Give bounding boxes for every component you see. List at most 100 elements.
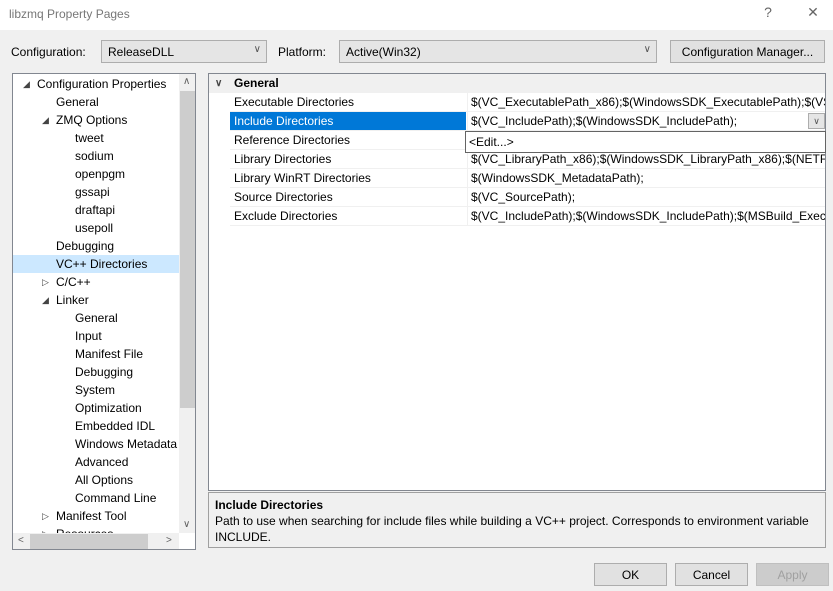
scrollbar-thumb[interactable] <box>30 534 148 549</box>
chevron-down-icon: ∨ <box>643 44 651 55</box>
description-panel: Include Directories Path to use when sea… <box>208 492 826 548</box>
configuration-manager-button[interactable]: Configuration Manager... <box>670 40 825 63</box>
platform-select[interactable]: Active(Win32) ∨ <box>339 40 657 63</box>
tree-item-label: sodium <box>75 149 114 163</box>
close-icon[interactable]: ✕ <box>801 4 825 21</box>
platform-value: Active(Win32) <box>346 45 421 59</box>
tree-item-label: Linker <box>56 293 89 307</box>
property-row[interactable]: Source Directories $(VC_SourcePath); <box>230 188 825 207</box>
tree-item[interactable]: System <box>13 381 179 399</box>
apply-button[interactable]: Apply <box>756 563 829 586</box>
tree-item-label: Manifest File <box>75 347 144 361</box>
expanded-arrow-icon[interactable]: ◢ <box>42 111 49 129</box>
property-name: Exclude Directories <box>234 209 338 223</box>
scroll-left-icon[interactable]: < <box>18 535 24 546</box>
vertical-scrollbar[interactable]: ∧ ∨ <box>179 74 195 533</box>
tree-item[interactable]: ◢ Configuration Properties <box>13 75 179 93</box>
title-bar: libzmq Property Pages ? ✕ <box>0 0 833 30</box>
scroll-up-icon[interactable]: ∧ <box>183 76 190 87</box>
tree-item[interactable]: Manifest File <box>13 345 179 363</box>
chevron-down-icon[interactable]: ∨ <box>808 113 825 129</box>
tree-item[interactable]: ◢ Linker <box>13 291 179 309</box>
tree-item-label: draftapi <box>75 203 116 217</box>
tree-item[interactable]: openpgm <box>13 165 179 183</box>
configuration-select[interactable]: ReleaseDLL ∨ <box>101 40 267 63</box>
scroll-down-icon[interactable]: ∨ <box>183 519 190 530</box>
scrollbar-thumb[interactable] <box>180 91 195 408</box>
tree-item-label: Command Line <box>75 491 157 505</box>
property-name: Include Directories <box>230 112 466 130</box>
description-text: Path to use when searching for include f… <box>215 514 809 544</box>
tree-item[interactable]: Optimization <box>13 399 179 417</box>
help-icon[interactable]: ? <box>756 4 780 20</box>
dropdown-option-edit[interactable]: <Edit...> <box>465 131 826 153</box>
configuration-value: ReleaseDLL <box>108 45 175 59</box>
description-title: Include Directories <box>215 498 324 512</box>
tree-item[interactable]: Embedded IDL <box>13 417 179 435</box>
property-row[interactable]: Library WinRT Directories $(WindowsSDK_Me… <box>230 169 825 188</box>
property-row[interactable]: Executable Directories $(VC_ExecutablePat… <box>230 93 825 112</box>
tree-item[interactable]: draftapi <box>13 201 179 219</box>
tree-item-label: gssapi <box>75 185 110 199</box>
window-title: libzmq Property Pages <box>9 7 130 21</box>
tree-item-label: Configuration Properties <box>37 77 167 91</box>
tree-item[interactable]: VC++ Directories <box>13 255 179 273</box>
tree-item[interactable]: Debugging <box>13 237 179 255</box>
chevron-down-icon: ∨ <box>253 44 261 55</box>
tree-item-label: usepoll <box>75 221 114 235</box>
tree-item-label: Manifest Tool <box>56 509 127 523</box>
tree-item-label: General <box>56 95 99 109</box>
category-label: General <box>234 76 279 90</box>
tree-item[interactable]: General <box>13 309 179 327</box>
tree-item[interactable]: ▷ Manifest Tool <box>13 507 179 525</box>
tree-item-label: Advanced <box>75 455 129 469</box>
tree-item[interactable]: usepoll <box>13 219 179 237</box>
property-value[interactable]: $(VC_SourcePath); <box>467 188 825 206</box>
configuration-label: Configuration: <box>11 45 86 59</box>
horizontal-scrollbar[interactable]: < > <box>13 533 179 549</box>
tree-item-label: Optimization <box>75 401 142 415</box>
expanded-arrow-icon[interactable]: ◢ <box>23 75 30 93</box>
property-value[interactable]: $(WindowsSDK_MetadataPath); <box>467 169 825 187</box>
tree-item[interactable]: sodium <box>13 147 179 165</box>
scroll-right-icon[interactable]: > <box>166 535 172 546</box>
tree-item-label: tweet <box>75 131 104 145</box>
tree-item-label: Debugging <box>56 239 115 253</box>
tree-item-label: openpgm <box>75 167 126 181</box>
collapsed-arrow-icon[interactable]: ▷ <box>42 273 49 291</box>
tree-item[interactable]: Input <box>13 327 179 345</box>
platform-label: Platform: <box>278 45 327 59</box>
property-name: Reference Directories <box>234 133 351 147</box>
tree-item-label: VC++ Directories <box>56 257 148 271</box>
property-name: Source Directories <box>234 190 333 204</box>
property-value[interactable]: $(VC_IncludePath);$(WindowsSDK_IncludePa… <box>467 207 825 225</box>
tree-item[interactable]: Command Line <box>13 489 179 507</box>
property-value[interactable]: $(VC_IncludePath);$(WindowsSDK_IncludePa… <box>467 112 825 130</box>
property-name: Library Directories <box>234 152 332 166</box>
tree-item[interactable]: ▷ C/C++ <box>13 273 179 291</box>
tree-item[interactable]: Advanced <box>13 453 179 471</box>
tree-item-label: C/C++ <box>56 275 91 289</box>
tree-item-label: All Options <box>75 473 134 487</box>
tree-item-label: System <box>75 383 116 397</box>
tree-item[interactable]: Debugging <box>13 363 179 381</box>
property-tree[interactable]: ▷Resources▷Manifest ToolCommand LineAll … <box>12 73 196 550</box>
collapsed-arrow-icon[interactable]: ▷ <box>42 507 49 525</box>
tree-item[interactable]: All Options <box>13 471 179 489</box>
tree-item[interactable]: ◢ ZMQ Options <box>13 111 179 129</box>
chevron-down-icon[interactable]: ∨ <box>215 74 222 93</box>
property-name: Library WinRT Directories <box>234 171 371 185</box>
tree-item[interactable]: gssapi <box>13 183 179 201</box>
category-header[interactable]: ∨ General <box>209 74 825 93</box>
cancel-button[interactable]: Cancel <box>675 563 748 586</box>
expanded-arrow-icon[interactable]: ◢ <box>42 291 49 309</box>
property-value[interactable]: $(VC_ExecutablePath_x86);$(WindowsSDK_Ex… <box>467 93 825 111</box>
tree-item-label: General <box>75 311 118 325</box>
tree-item-label: Embedded IDL <box>75 419 156 433</box>
property-row[interactable]: Exclude Directories $(VC_IncludePath);$(W… <box>230 207 825 226</box>
tree-item[interactable]: tweet <box>13 129 179 147</box>
property-row[interactable]: Include Directories $(VC_IncludePath);$(W… <box>230 112 825 131</box>
tree-item[interactable]: Windows Metadata <box>13 435 179 453</box>
ok-button[interactable]: OK <box>594 563 667 586</box>
tree-item[interactable]: General <box>13 93 179 111</box>
